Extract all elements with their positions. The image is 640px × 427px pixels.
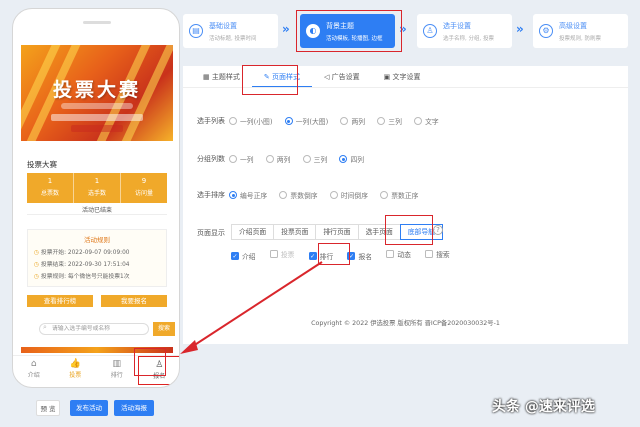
rules-box: 活动规则 ◷ 投票开始: 2022-09-07 09:09:00 ◷ 投票结束:… — [27, 229, 167, 287]
group-option[interactable]: 一列 — [229, 154, 254, 164]
bar-chart-icon: ▥ — [112, 359, 121, 369]
sort-label: 选手排序 — [197, 191, 225, 199]
sort-option[interactable]: 时间倒序 — [329, 190, 368, 200]
display-label: 页面显示 — [197, 229, 225, 237]
preview-button[interactable]: 预 览 — [36, 400, 60, 416]
tab-intro[interactable]: ⌂ 介绍 — [13, 356, 55, 385]
info-icon: ◷ — [34, 274, 40, 280]
layout-option[interactable]: 两列 — [340, 116, 365, 126]
chevron-right-icon: » — [282, 22, 290, 36]
sort-option[interactable]: 票数正序 — [380, 190, 418, 200]
phone-preview: 投票大赛 投票大赛 1 总票数 1 选手数 9 访问量 活动已结束 活动规则 ◷ 投票… — [12, 8, 180, 388]
grid-icon: ▦ — [203, 73, 210, 81]
event-banner: 投票大赛 — [21, 45, 173, 141]
tab-text[interactable]: ▣ 文字设置 — [372, 66, 433, 87]
layout-option[interactable]: 文字 — [414, 116, 439, 126]
search-button[interactable]: 搜索 — [153, 322, 175, 336]
step-bar: ▤ 基础设置 活动标题, 投票时间 » ◐ 背景主题 活动模板, 轮播图, 边框 » ♙… — [183, 8, 628, 53]
checkbox-signup[interactable]: ✓ 报名 — [347, 251, 372, 261]
phone-notch — [83, 21, 111, 24]
user-icon: ♙ — [423, 24, 437, 38]
layout-option[interactable]: 三列 — [377, 116, 402, 126]
gear-icon: ⚙ — [539, 24, 553, 38]
highlight-signup-checkbox — [318, 243, 350, 265]
tab-ads[interactable]: ◁ 广告设置 — [312, 66, 372, 87]
clock-icon: ◷ — [34, 250, 40, 256]
watermark: 头条 @速来评选 — [492, 399, 595, 415]
step-advanced[interactable]: ⚙ 高级设置 投票规则, 防刷票 — [533, 14, 628, 48]
sort-options: 编号正序 票数倒序 时间倒序 票数正序 — [229, 190, 428, 201]
checkbox-intro[interactable]: ✓ 介绍 — [231, 251, 256, 261]
search-icon: ⌕ — [43, 323, 47, 331]
step-basic[interactable]: ▤ 基础设置 活动标题, 投票时间 — [183, 14, 278, 48]
stat-visits: 9 访问量 — [134, 177, 153, 197]
poster-button[interactable]: 活动海报 — [114, 400, 154, 416]
home-icon: ⌂ — [30, 359, 37, 369]
ranking-button[interactable]: 查看排行榜 — [27, 295, 93, 307]
sort-option[interactable]: 编号正序 — [229, 190, 267, 200]
publish-button[interactable]: 发布活动 — [70, 400, 108, 416]
layout-option[interactable]: 一列(大图) — [284, 116, 328, 126]
stat-votes: 1 总票数 — [27, 173, 74, 203]
highlight-page-style — [242, 65, 298, 95]
copyright: Copyright © 2022 伊选投票 版权所有 晋ICP备20200300… — [311, 320, 500, 327]
highlight-signup-tab — [134, 348, 166, 376]
tab-vote[interactable]: 👍 投票 — [55, 356, 97, 385]
step-player[interactable]: ♙ 选手设置 选手名称, 分组, 投票 — [417, 14, 512, 48]
sort-option[interactable]: 票数倒序 — [279, 190, 318, 200]
checkbox-search[interactable]: 搜索 — [425, 249, 450, 259]
stat-players: 1 选手数 — [74, 173, 121, 203]
checkbox-feed[interactable]: 动态 — [386, 249, 411, 259]
checkbox-vote[interactable]: 投票 — [269, 249, 294, 259]
banner-title: 投票大赛 — [52, 79, 141, 101]
rules-title: 活动规则 — [84, 236, 110, 244]
group-option[interactable]: 三列 — [302, 154, 327, 164]
search-input[interactable]: 请输入选手编号或名称 — [39, 323, 149, 335]
chevron-right-icon: » — [516, 22, 524, 36]
event-status: 活动已结束 — [27, 205, 167, 215]
thumbs-up-icon: 👍 — [69, 359, 81, 369]
group-option[interactable]: 四列 — [339, 154, 364, 164]
doc-icon: ▤ — [189, 24, 203, 38]
layout-option[interactable]: 一列(小图) — [229, 116, 273, 126]
highlight-step-theme — [296, 10, 402, 52]
group-options: 一列 两列 三列 四列 — [229, 154, 374, 165]
clock-icon: ◷ — [34, 262, 40, 268]
highlight-bottom-nav — [385, 215, 433, 245]
text-icon: ▣ — [383, 73, 391, 81]
stats-box: 1 总票数 1 选手数 9 访问量 — [27, 173, 167, 203]
help-icon[interactable]: ? — [433, 225, 443, 235]
megaphone-icon: ◁ — [323, 73, 330, 81]
group-label: 分组列数 — [197, 155, 225, 163]
event-title: 投票大赛 — [27, 160, 57, 169]
layout-options: 一列(小图) 一列(大图) 两列 三列 文字 — [229, 116, 449, 127]
segment-intro[interactable]: 介绍页面 — [231, 224, 275, 240]
group-option[interactable]: 两列 — [265, 154, 290, 164]
settings-panel: ▦ 主题样式 ✎ 页面样式 ◁ 广告设置 ▣ 文字设置 选手列表 一列(小图) … — [183, 66, 628, 344]
signup-button[interactable]: 我要报名 — [101, 295, 167, 307]
segment-rank[interactable]: 排行页面 — [315, 224, 359, 240]
rule-item: ◷ 投票规则: 每个微信号只能投票1次 — [34, 274, 130, 280]
rule-item: ◷ 投票结束: 2022-09-30 17:51:04 — [34, 262, 130, 268]
segment-vote[interactable]: 投票页面 — [273, 224, 317, 240]
layout-label: 选手列表 — [197, 117, 225, 125]
rule-item: ◷ 投票开始: 2022-09-07 09:09:00 — [34, 250, 130, 256]
tab-rank[interactable]: ▥ 排行 — [96, 356, 138, 385]
